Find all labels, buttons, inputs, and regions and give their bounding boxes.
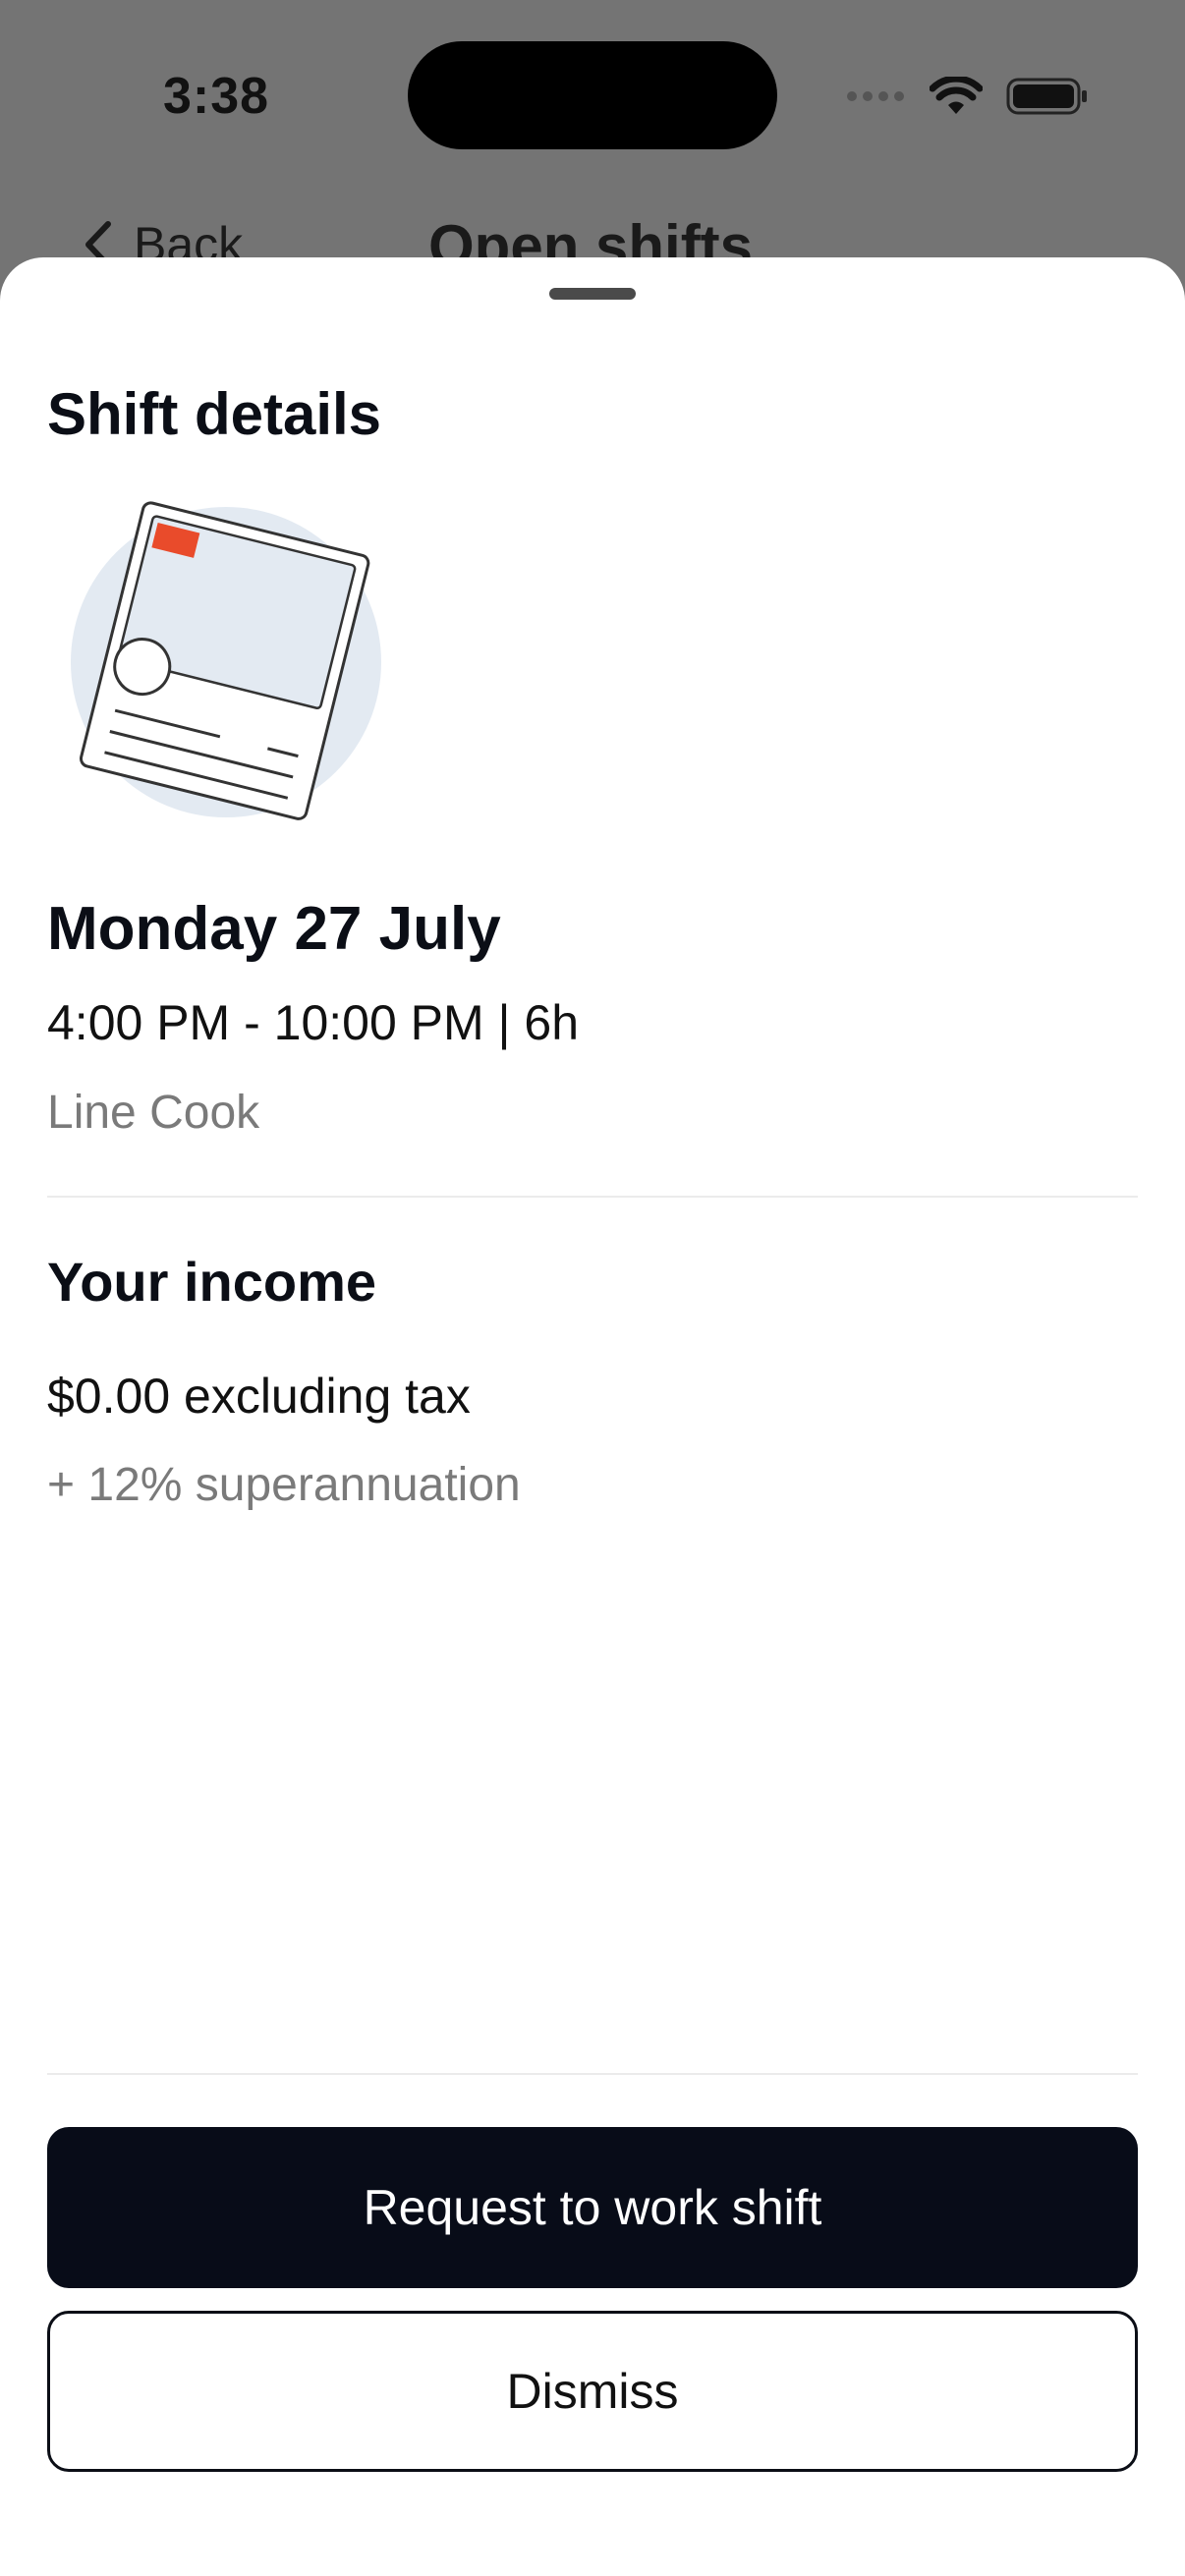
shift-time-range: 4:00 PM - 10:00 PM | 6h (47, 995, 580, 1050)
footer-divider (47, 2073, 1138, 2075)
status-icons (847, 67, 1089, 126)
shift-role: Line Cook (47, 1087, 260, 1139)
request-button-label: Request to work shift (363, 2180, 822, 2235)
sheet-grabber[interactable] (549, 288, 636, 300)
dismiss-button-label: Dismiss (506, 2364, 679, 2419)
dismiss-button[interactable]: Dismiss (47, 2311, 1138, 2472)
shift-card-illustration-icon (71, 501, 381, 820)
income-amount: $0.00 excluding tax (47, 1369, 471, 1424)
wifi-icon (930, 77, 983, 114)
dynamic-island (408, 41, 777, 149)
sheet-title: Shift details (47, 381, 382, 447)
section-divider (47, 1196, 1138, 1198)
income-section-title: Your income (47, 1251, 377, 1313)
status-time: 3:38 (163, 68, 270, 125)
superannuation-note: + 12% superannuation (47, 1459, 521, 1511)
shift-date: Monday 27 July (47, 895, 501, 963)
battery-icon (1006, 78, 1087, 115)
request-to-work-shift-button[interactable]: Request to work shift (47, 2127, 1138, 2288)
signal-icon (847, 91, 904, 101)
shift-details-sheet: Shift details Monday 27 July 4:00 PM - 1… (0, 257, 1185, 2576)
